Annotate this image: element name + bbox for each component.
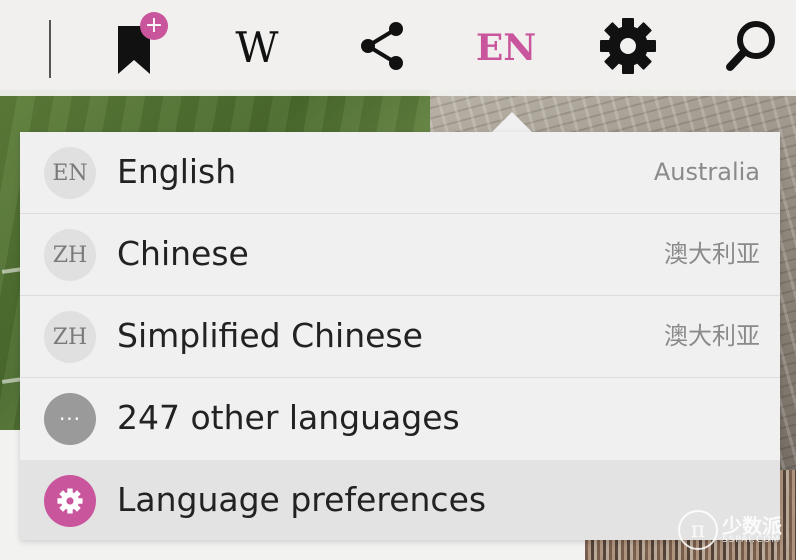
language-menu: EN English Australia ZH Chinese 澳大利亚 ZH … — [20, 132, 780, 540]
settings-button[interactable] — [596, 16, 660, 80]
top-toolbar: + W EN — [0, 0, 796, 96]
language-button[interactable]: EN — [474, 16, 538, 80]
watermark: π 少数派 SSPAI.COM — [678, 510, 782, 550]
language-name: English — [117, 152, 237, 191]
language-preferences-label: Language preferences — [117, 480, 487, 519]
language-name: Chinese — [117, 234, 249, 273]
other-languages-item[interactable]: ··· 247 other languages — [20, 378, 780, 460]
search-button[interactable] — [720, 16, 784, 80]
add-bookmark-button[interactable]: + — [102, 12, 168, 80]
wikipedia-button[interactable]: W — [225, 16, 289, 80]
dropdown-arrow — [492, 112, 532, 132]
language-code: EN — [475, 27, 537, 69]
language-code-badge: ZH — [44, 229, 96, 281]
bookmark-add-icon: + — [102, 12, 168, 80]
more-icon: ··· — [44, 393, 96, 445]
language-code-badge: EN — [44, 147, 96, 199]
language-preferences-item[interactable]: Language preferences — [20, 460, 780, 540]
share-icon — [356, 20, 408, 76]
other-languages-label: 247 other languages — [117, 398, 460, 437]
language-item-chinese[interactable]: ZH Chinese 澳大利亚 — [20, 214, 780, 296]
watermark-main: 少数派 — [722, 513, 782, 538]
gear-icon — [44, 475, 96, 527]
language-item-english[interactable]: EN English Australia — [20, 132, 780, 214]
watermark-logo: π — [678, 510, 718, 550]
plus-badge: + — [140, 12, 168, 40]
watermark-text: 少数派 SSPAI.COM — [722, 516, 782, 545]
language-code-badge: ZH — [44, 311, 96, 363]
watermark-sub: SSPAI.COM — [722, 534, 781, 545]
language-item-simplified-chinese[interactable]: ZH Simplified Chinese 澳大利亚 — [20, 296, 780, 378]
toolbar-divider — [49, 20, 51, 78]
language-region: Australia — [653, 158, 760, 186]
gear-icon — [599, 17, 657, 79]
language-name: Simplified Chinese — [117, 316, 423, 355]
language-region: 澳大利亚 — [664, 322, 760, 350]
wikipedia-icon: W — [235, 23, 279, 72]
share-button[interactable] — [350, 16, 414, 80]
language-region: 澳大利亚 — [664, 240, 760, 268]
search-icon — [723, 17, 781, 79]
